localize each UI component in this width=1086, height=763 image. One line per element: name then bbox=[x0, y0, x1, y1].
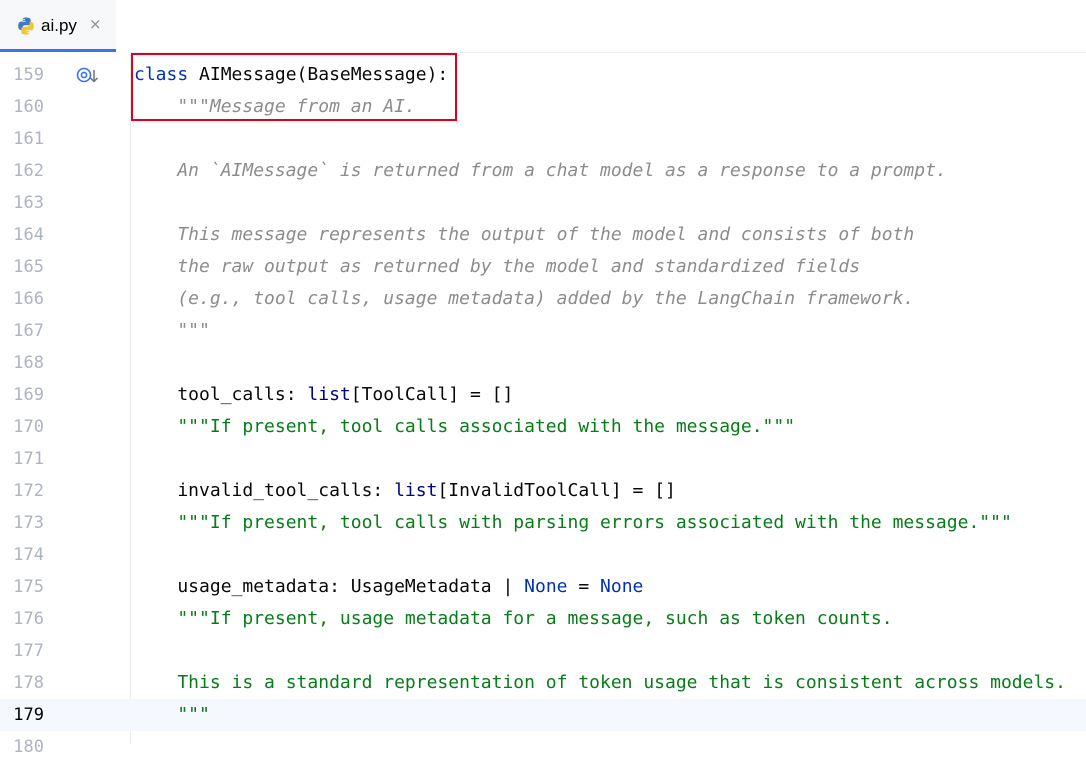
code-line[interactable]: 162 An `AIMessage` is returned from a ch… bbox=[0, 155, 1086, 187]
code-token: """Message from an AI. bbox=[134, 96, 416, 117]
code-line[interactable]: 167 """ bbox=[0, 315, 1086, 347]
code-token: tool_calls: bbox=[134, 384, 308, 405]
line-number: 167 bbox=[13, 321, 44, 341]
code-text: """ bbox=[134, 315, 210, 347]
code-token: the raw output as returned by the model … bbox=[134, 256, 861, 277]
code-token: """If present, tool calls associated wit… bbox=[134, 416, 796, 437]
implemented-down-icon[interactable] bbox=[76, 66, 100, 86]
code-token: An `AIMessage` is returned from a chat m… bbox=[134, 160, 947, 181]
code-line[interactable]: 165 the raw output as returned by the mo… bbox=[0, 251, 1086, 283]
code-token: class bbox=[134, 64, 189, 85]
code-line[interactable]: 161 bbox=[0, 123, 1086, 155]
code-line[interactable]: 171 bbox=[0, 443, 1086, 475]
tab-ai-py[interactable]: ai.py × bbox=[0, 0, 116, 52]
line-number: 173 bbox=[13, 513, 44, 533]
code-line[interactable]: 177 bbox=[0, 635, 1086, 667]
code-text: usage_metadata: UsageMetadata | None = N… bbox=[134, 571, 643, 603]
line-number: 176 bbox=[13, 609, 44, 629]
code-token: None bbox=[524, 576, 568, 597]
code-line[interactable]: 168 bbox=[0, 347, 1086, 379]
code-line[interactable]: 166 (e.g., tool calls, usage metadata) a… bbox=[0, 283, 1086, 315]
code-text: invalid_tool_calls: list[InvalidToolCall… bbox=[134, 475, 676, 507]
line-number: 160 bbox=[13, 97, 44, 117]
code-text: the raw output as returned by the model … bbox=[134, 251, 860, 283]
tab-file-name: ai.py bbox=[41, 16, 77, 35]
line-number: 174 bbox=[13, 545, 44, 565]
code-token: """ bbox=[134, 320, 210, 341]
code-line[interactable]: 159 class AIMessage(BaseMessage): bbox=[0, 59, 1086, 91]
code-token: This is a standard representation of tok… bbox=[134, 672, 1066, 693]
line-number: 180 bbox=[13, 737, 44, 757]
code-text: """If present, usage metadata for a mess… bbox=[134, 603, 893, 635]
line-number: 162 bbox=[13, 161, 44, 181]
code-token: This message represents the output of th… bbox=[134, 224, 915, 245]
code-line[interactable]: 174 bbox=[0, 539, 1086, 571]
code-line[interactable]: 179 """ bbox=[0, 699, 1086, 731]
code-text: This message represents the output of th… bbox=[134, 219, 914, 251]
code-token: """If present, tool calls with parsing e… bbox=[134, 512, 1012, 533]
code-line[interactable]: 175 usage_metadata: UsageMetadata | None… bbox=[0, 571, 1086, 603]
code-token: (e.g., tool calls, usage metadata) added… bbox=[134, 288, 915, 309]
python-file-icon bbox=[18, 17, 34, 35]
code-text: An `AIMessage` is returned from a chat m… bbox=[134, 155, 947, 187]
code-line[interactable]: 164 This message represents the output o… bbox=[0, 219, 1086, 251]
line-number: 177 bbox=[13, 641, 44, 661]
close-icon[interactable]: × bbox=[89, 15, 103, 35]
line-number: 175 bbox=[13, 577, 44, 597]
code-token: AIMessage(BaseMessage): bbox=[188, 64, 449, 85]
code-text: """ bbox=[134, 699, 210, 731]
code-text: """If present, tool calls with parsing e… bbox=[134, 507, 1012, 539]
code-token: None bbox=[600, 576, 644, 597]
line-number: 168 bbox=[13, 353, 44, 373]
line-number: 165 bbox=[13, 257, 44, 277]
code-line[interactable]: 178 This is a standard representation of… bbox=[0, 667, 1086, 699]
line-number: 178 bbox=[13, 673, 44, 693]
code-token: [InvalidToolCall] = [] bbox=[437, 480, 676, 501]
code-text: tool_calls: list[ToolCall] = [] bbox=[134, 379, 513, 411]
line-number: 161 bbox=[13, 129, 44, 149]
code-token: """ bbox=[134, 704, 210, 725]
line-number: 170 bbox=[13, 417, 44, 437]
line-number: 166 bbox=[13, 289, 44, 309]
line-number: 169 bbox=[13, 385, 44, 405]
code-token: list bbox=[394, 480, 438, 501]
code-line[interactable]: 173 """If present, tool calls with parsi… bbox=[0, 507, 1086, 539]
code-token: invalid_tool_calls: bbox=[134, 480, 395, 501]
code-token: [ToolCall] = [] bbox=[350, 384, 514, 405]
code-line[interactable]: 170 """If present, tool calls associated… bbox=[0, 411, 1086, 443]
code-line[interactable]: 172 invalid_tool_calls: list[InvalidTool… bbox=[0, 475, 1086, 507]
line-number: 179 bbox=[13, 705, 44, 725]
code-token: usage_metadata: UsageMetadata | bbox=[134, 576, 525, 597]
code-line[interactable]: 163 bbox=[0, 187, 1086, 219]
line-number: 172 bbox=[13, 481, 44, 501]
code-line[interactable]: 160 """Message from an AI. bbox=[0, 91, 1086, 123]
code-line[interactable]: 169 tool_calls: list[ToolCall] = [] bbox=[0, 379, 1086, 411]
line-number: 164 bbox=[13, 225, 44, 245]
editor-tab-bar: ai.py × bbox=[0, 0, 1086, 53]
code-token: = bbox=[567, 576, 601, 597]
code-token: list bbox=[307, 384, 351, 405]
line-number: 159 bbox=[13, 65, 44, 85]
line-number: 163 bbox=[13, 193, 44, 213]
code-line[interactable]: 176 """If present, usage metadata for a … bbox=[0, 603, 1086, 635]
code-text: (e.g., tool calls, usage metadata) added… bbox=[134, 283, 914, 315]
code-line[interactable]: 180 bbox=[0, 731, 1086, 763]
code-text: """If present, tool calls associated wit… bbox=[134, 411, 795, 443]
code-text: """Message from an AI. bbox=[134, 91, 416, 123]
line-number: 171 bbox=[13, 449, 44, 469]
code-text: This is a standard representation of tok… bbox=[134, 667, 1066, 699]
code-text: class AIMessage(BaseMessage): bbox=[134, 59, 448, 91]
code-token: """If present, usage metadata for a mess… bbox=[134, 608, 893, 629]
